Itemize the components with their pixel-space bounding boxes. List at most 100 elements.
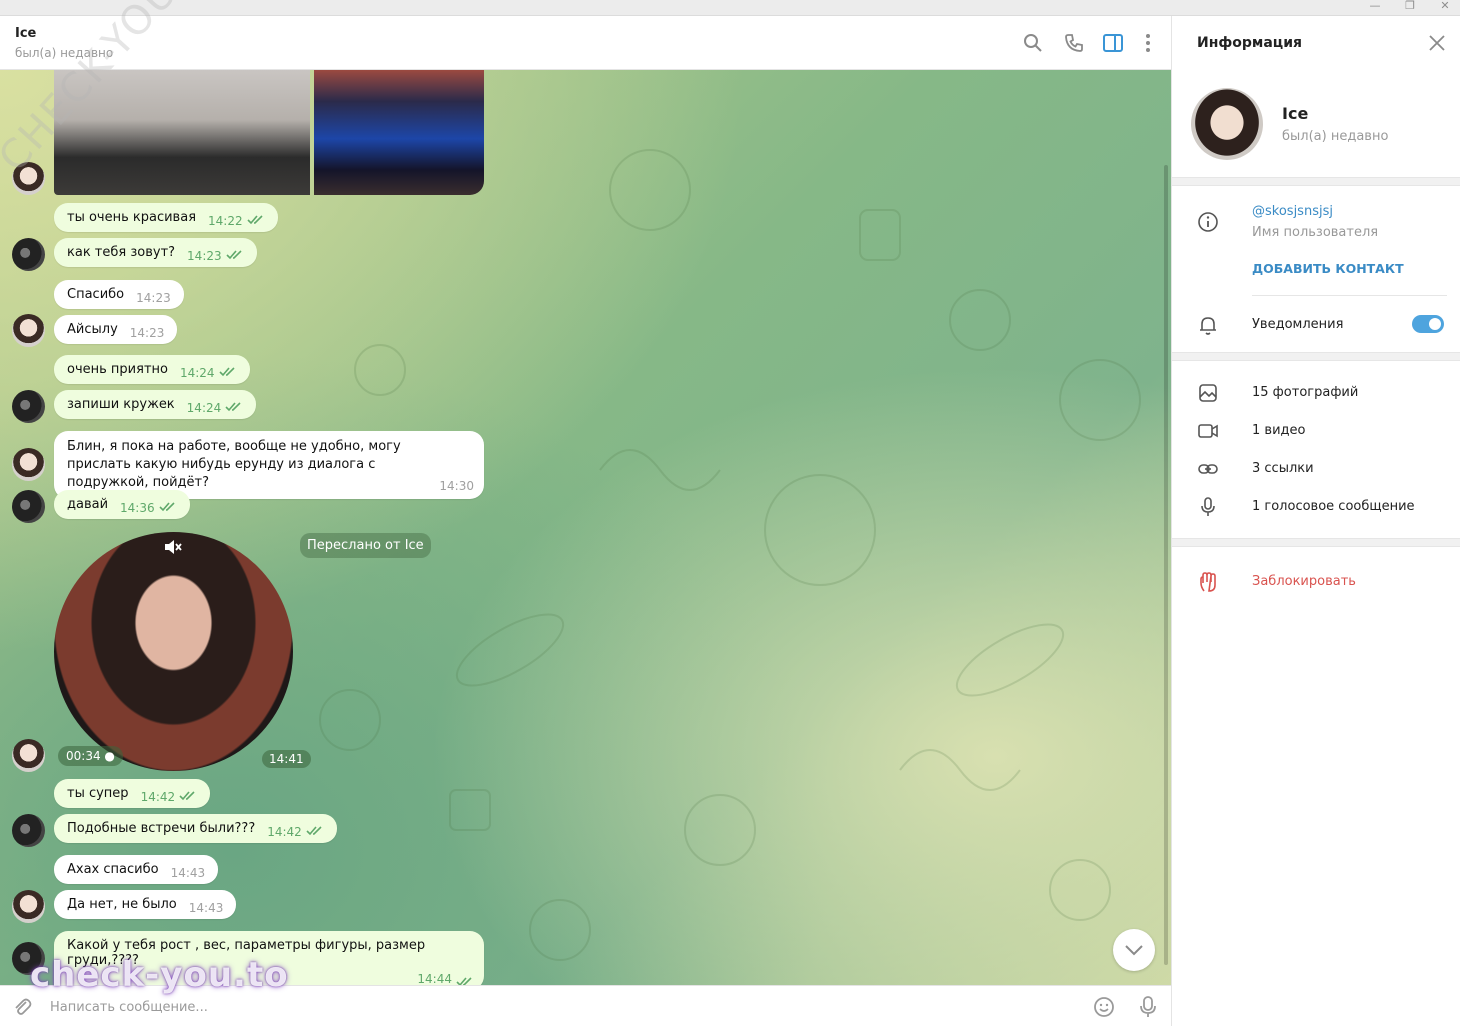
message-time: 14:36: [120, 501, 155, 515]
message-outgoing[interactable]: Подобные встречи были??? 14:42: [54, 814, 337, 843]
avatar[interactable]: [12, 314, 45, 347]
message-text: Подобные встречи были???: [67, 821, 256, 836]
notifications-label: Уведомления: [1252, 317, 1344, 332]
username[interactable]: @skosjsnsjsj: [1252, 204, 1333, 219]
avatar[interactable]: [12, 490, 45, 523]
info-sidebar: Информация Ice был(а) недавно @skosjsnsj…: [1171, 16, 1460, 1026]
section-divider: [1172, 352, 1460, 361]
add-contact-button[interactable]: ДОБАВИТЬ КОНТАКТ: [1252, 261, 1404, 276]
attach-icon[interactable]: [11, 996, 33, 1018]
message-incoming[interactable]: Айсылу 14:23: [54, 315, 178, 344]
media-videos[interactable]: 1 видео: [1252, 423, 1305, 438]
avatar[interactable]: [12, 238, 45, 271]
search-icon[interactable]: [1022, 32, 1044, 54]
message-text: Спасибо: [67, 287, 125, 302]
read-check-icon: [179, 791, 195, 801]
message-time: 14:43: [188, 901, 224, 915]
message-text: запиши кружек: [67, 397, 175, 412]
message-time: 14:24: [186, 401, 222, 415]
window-close-button[interactable]: ✕: [1430, 0, 1460, 14]
profile-status: был(а) недавно: [1282, 129, 1389, 144]
sidebar-title: Информация: [1197, 35, 1302, 51]
link-icon: [1198, 464, 1218, 474]
message-time: 14:23: [136, 291, 171, 305]
message-text: очень приятно: [67, 362, 168, 377]
message-time: 14:44: [417, 972, 452, 986]
avatar[interactable]: [12, 448, 45, 481]
message-text: ты супер: [67, 786, 129, 801]
restore-button[interactable]: ❐: [1395, 0, 1425, 14]
read-check-icon: [159, 502, 175, 512]
profile-avatar[interactable]: [1191, 88, 1263, 160]
section-divider: [1172, 538, 1460, 547]
message-text: Блин, я пока на работе, вообще не удобно…: [67, 439, 401, 490]
divider: [1252, 295, 1447, 296]
close-icon[interactable]: [1428, 34, 1446, 52]
photo-icon: [1199, 384, 1217, 402]
message-incoming[interactable]: Спасибо 14:23: [54, 280, 184, 309]
message-time: 14:42: [140, 790, 176, 804]
mute-icon[interactable]: [163, 538, 183, 556]
bottom-watermark: check-you.to: [30, 955, 289, 995]
message-text: как тебя зовут?: [67, 245, 176, 260]
photo-attachment-2[interactable]: [314, 70, 484, 195]
message-time: 14:22: [208, 214, 243, 228]
message-time: 14:23: [129, 326, 165, 340]
bell-icon: [1200, 317, 1216, 335]
notifications-toggle[interactable]: [1412, 315, 1444, 333]
message-outgoing[interactable]: запиши кружек 14:24: [54, 390, 257, 419]
message-time: 14:42: [267, 825, 302, 839]
message-outgoing[interactable]: ты супер 14:42: [54, 779, 211, 808]
message-outgoing[interactable]: ты очень красивая 14:22: [54, 203, 278, 232]
video-message[interactable]: [54, 532, 293, 771]
message-incoming[interactable]: Ахах спасибо 14:43: [54, 855, 219, 884]
media-voice[interactable]: 1 голосовое сообщение: [1252, 499, 1415, 514]
block-user-button[interactable]: Заблокировать: [1252, 574, 1356, 589]
message-incoming[interactable]: Да нет, не было 14:43: [54, 890, 237, 919]
read-check-icon: [226, 250, 242, 260]
message-text: Да нет, не было: [67, 897, 177, 912]
microphone-icon: [1201, 497, 1215, 516]
message-time: 14:24: [179, 366, 215, 380]
video-icon: [1198, 424, 1218, 438]
sidebar-toggle-icon[interactable]: [1102, 32, 1124, 54]
info-icon: [1198, 212, 1218, 232]
microphone-icon[interactable]: [1137, 995, 1159, 1019]
video-duration: 00:34 ●: [58, 746, 123, 766]
phone-icon[interactable]: [1063, 32, 1085, 54]
username-label: Имя пользователя: [1252, 225, 1379, 240]
emoji-icon[interactable]: [1093, 996, 1115, 1018]
read-check-icon: [219, 367, 235, 377]
media-photos[interactable]: 15 фотографий: [1252, 385, 1358, 400]
message-text: Ахах спасибо: [67, 862, 159, 877]
window-titlebar: — ❐ ✕: [0, 0, 1460, 16]
message-incoming[interactable]: Блин, я пока на работе, вообще не удобно…: [54, 431, 484, 499]
hand-block-icon: [1200, 572, 1216, 592]
message-input[interactable]: [50, 996, 1050, 1018]
message-time: 14:30: [439, 479, 474, 493]
minimize-button[interactable]: —: [1360, 0, 1390, 14]
message-time-block: 14:44: [417, 972, 474, 987]
chevron-down-icon: [1125, 945, 1143, 956]
message-outgoing[interactable]: очень приятно 14:24: [54, 355, 250, 384]
profile-name: Ice: [1282, 104, 1309, 123]
avatar[interactable]: [12, 890, 45, 923]
chat-title[interactable]: Ice: [15, 26, 36, 41]
avatar[interactable]: [12, 739, 45, 772]
scroll-to-bottom-button[interactable]: [1113, 929, 1155, 971]
forwarded-label[interactable]: Переслано от Ice: [300, 533, 431, 558]
avatar[interactable]: [12, 814, 45, 847]
chat-scrollbar[interactable]: [1164, 165, 1168, 965]
message-time: 14:43: [170, 866, 206, 880]
message-outgoing[interactable]: как тебя зовут? 14:23: [54, 238, 257, 267]
media-links[interactable]: 3 ссылки: [1252, 461, 1314, 476]
chat-header: Ice был(а) недавно: [0, 16, 1171, 70]
message-outgoing[interactable]: давай 14:36: [54, 490, 190, 519]
more-options-icon[interactable]: [1137, 32, 1159, 54]
read-check-icon: [306, 826, 322, 836]
avatar[interactable]: [12, 390, 45, 423]
message-time: 14:23: [187, 249, 222, 263]
section-divider: [1172, 177, 1460, 186]
read-check-icon: [247, 215, 263, 225]
message-time: 14:41: [262, 750, 311, 768]
